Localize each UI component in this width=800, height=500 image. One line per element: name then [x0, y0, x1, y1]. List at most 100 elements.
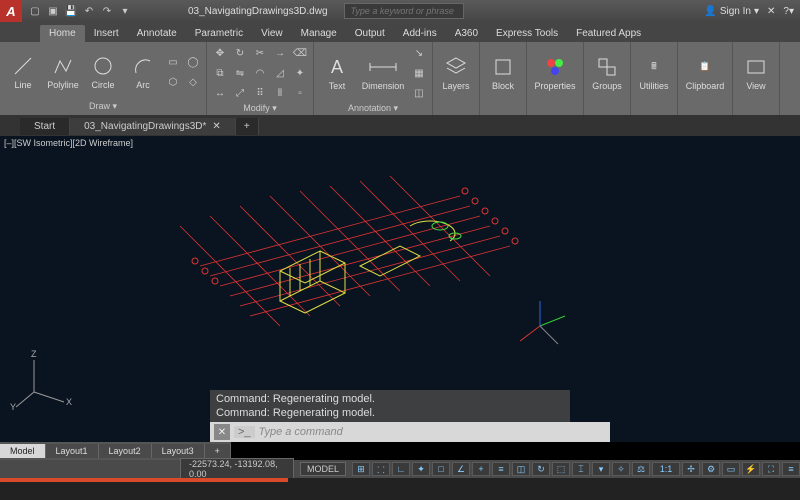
fillet-icon[interactable]: ◠ — [251, 64, 269, 82]
polyline-button[interactable]: Polyline — [44, 45, 82, 99]
close-icon[interactable]: ✕ — [214, 424, 230, 440]
leader-icon[interactable]: ↘ — [410, 44, 428, 62]
utilities-button[interactable]: 🖩Utilities — [635, 46, 673, 100]
view-compass[interactable] — [510, 296, 570, 356]
transparency-icon[interactable]: ◫ — [512, 462, 530, 476]
snap-icon[interactable]: ⸬ — [372, 462, 390, 476]
extend-icon[interactable]: → — [271, 44, 289, 62]
gizmo-icon[interactable]: ✧ — [612, 462, 630, 476]
3dosnap-icon[interactable]: ⬚ — [552, 462, 570, 476]
ribbon-tab-home[interactable]: Home — [40, 25, 85, 42]
line-button[interactable]: Line — [4, 45, 42, 99]
redo-icon[interactable]: ↷ — [100, 4, 114, 18]
command-line[interactable]: ✕ >_ Type a command — [210, 422, 610, 442]
stretch-icon[interactable]: ↔ — [211, 84, 229, 102]
clean-screen-icon[interactable]: ⛶ — [762, 462, 780, 476]
array-icon[interactable]: ⠿ — [251, 84, 269, 102]
command-input[interactable]: Type a command — [255, 426, 610, 438]
app-logo[interactable]: A — [0, 0, 22, 22]
table-icon[interactable]: ▦ — [410, 64, 428, 82]
layout-tab-layout2[interactable]: Layout2 — [99, 444, 152, 458]
workspace-icon[interactable]: ⚙ — [702, 462, 720, 476]
ribbon-tab-featured[interactable]: Featured Apps — [567, 25, 650, 42]
rotate-icon[interactable]: ↻ — [231, 44, 249, 62]
explode-icon[interactable]: ✦ — [291, 64, 309, 82]
layers-button[interactable]: Layers — [437, 46, 475, 100]
copy-icon[interactable]: ⧉ — [211, 64, 229, 82]
video-timeline[interactable] — [0, 478, 800, 500]
dynamic-input-icon[interactable]: + — [472, 462, 490, 476]
scale-readout[interactable]: 1:1 — [652, 462, 680, 476]
draw-tool-icon[interactable]: ◇ — [184, 73, 202, 91]
ortho-icon[interactable]: ∟ — [392, 462, 410, 476]
block-button[interactable]: Block — [484, 46, 522, 100]
draw-tool-icon[interactable]: ▭ — [164, 53, 182, 71]
chamfer-icon[interactable]: ◿ — [271, 64, 289, 82]
offset-icon[interactable]: ⫴ — [271, 84, 289, 102]
dimension-button[interactable]: Dimension — [358, 46, 408, 100]
annotation-tool-icon[interactable]: ◫ — [410, 84, 428, 102]
groups-button[interactable]: Groups — [588, 46, 626, 100]
mirror-icon[interactable]: ⇋ — [231, 64, 249, 82]
move-icon[interactable]: ✥ — [211, 44, 229, 62]
close-icon[interactable]: ✕ — [212, 121, 220, 132]
undo-icon[interactable]: ↶ — [82, 4, 96, 18]
exchange-icon[interactable]: ✕ — [767, 6, 775, 17]
layout-tab-model[interactable]: Model — [0, 444, 46, 458]
open-icon[interactable]: ▣ — [46, 4, 60, 18]
circle-button[interactable]: Circle — [84, 45, 122, 99]
dyn-ucs-icon[interactable]: ⌶ — [572, 462, 590, 476]
model-space-button[interactable]: MODEL — [300, 462, 346, 476]
viewport-controls[interactable]: [–][SW Isometric][2D Wireframe] — [4, 138, 133, 148]
ucs-icon[interactable]: X Y Z — [14, 352, 74, 412]
signin-button[interactable]: 👤 Sign In ▾ — [704, 6, 759, 17]
customize-icon[interactable]: ≡ — [782, 462, 800, 476]
monitor-icon[interactable]: ▭ — [722, 462, 740, 476]
trim-icon[interactable]: ✂ — [251, 44, 269, 62]
otrack-icon[interactable]: ∠ — [452, 462, 470, 476]
qat-dropdown-icon[interactable]: ▾ — [118, 4, 132, 18]
ribbon-tab-output[interactable]: Output — [346, 25, 394, 42]
osnap-icon[interactable]: □ — [432, 462, 450, 476]
ribbon-tab-addins[interactable]: Add-ins — [394, 25, 446, 42]
layout-tab-layout1[interactable]: Layout1 — [46, 444, 99, 458]
annoscale-icon[interactable]: ⚖ — [632, 462, 650, 476]
erase-icon[interactable]: ⌫ — [291, 44, 309, 62]
ribbon-tab-parametric[interactable]: Parametric — [186, 25, 252, 42]
properties-button[interactable]: Properties — [531, 46, 579, 100]
save-icon[interactable]: 💾 — [64, 4, 78, 18]
new-icon[interactable]: ▢ — [28, 4, 42, 18]
arc-button[interactable]: Arc — [124, 45, 162, 99]
doc-tab-start[interactable]: Start — [20, 118, 70, 135]
doc-tab-file[interactable]: 03_NavigatingDrawings3D*✕ — [70, 118, 236, 135]
grid-icon[interactable]: ⊞ — [352, 462, 370, 476]
coordinates-readout[interactable]: -22573.24, -13192.08, 0.00 — [180, 458, 294, 480]
panel-label-modify[interactable]: Modify ▾ — [211, 102, 309, 115]
ribbon-tab-manage[interactable]: Manage — [292, 25, 346, 42]
filter-icon[interactable]: ▾ — [592, 462, 610, 476]
new-tab-button[interactable]: + — [236, 118, 259, 135]
draw-tool-icon[interactable]: ◯ — [184, 53, 202, 71]
panel-label-annotation[interactable]: Annotation ▾ — [318, 102, 428, 115]
add-layout-button[interactable]: + — [205, 444, 231, 458]
view-button[interactable]: View — [737, 46, 775, 100]
ribbon-tab-insert[interactable]: Insert — [85, 25, 128, 42]
text-button[interactable]: AText — [318, 46, 356, 100]
annotation-visibility-icon[interactable]: ✢ — [682, 462, 700, 476]
hardware-accel-icon[interactable]: ⚡ — [742, 462, 760, 476]
modify-tool-icon[interactable]: ▫ — [291, 84, 309, 102]
draw-tool-icon[interactable]: ⬡ — [164, 73, 182, 91]
lineweight-icon[interactable]: ≡ — [492, 462, 510, 476]
ribbon-tab-view[interactable]: View — [252, 25, 292, 42]
clipboard-button[interactable]: 📋Clipboard — [682, 46, 728, 100]
ribbon-tab-a360[interactable]: A360 — [446, 25, 487, 42]
ribbon-tab-annotate[interactable]: Annotate — [128, 25, 186, 42]
panel-label-draw[interactable]: Draw ▾ — [4, 100, 202, 113]
ribbon-tab-express[interactable]: Express Tools — [487, 25, 567, 42]
polar-icon[interactable]: ✦ — [412, 462, 430, 476]
layout-tab-layout3[interactable]: Layout3 — [152, 444, 205, 458]
help-icon[interactable]: ?▾ — [783, 6, 794, 17]
cycling-icon[interactable]: ↻ — [532, 462, 550, 476]
scale-icon[interactable]: ⤢ — [231, 84, 249, 102]
help-search-input[interactable] — [344, 3, 464, 19]
